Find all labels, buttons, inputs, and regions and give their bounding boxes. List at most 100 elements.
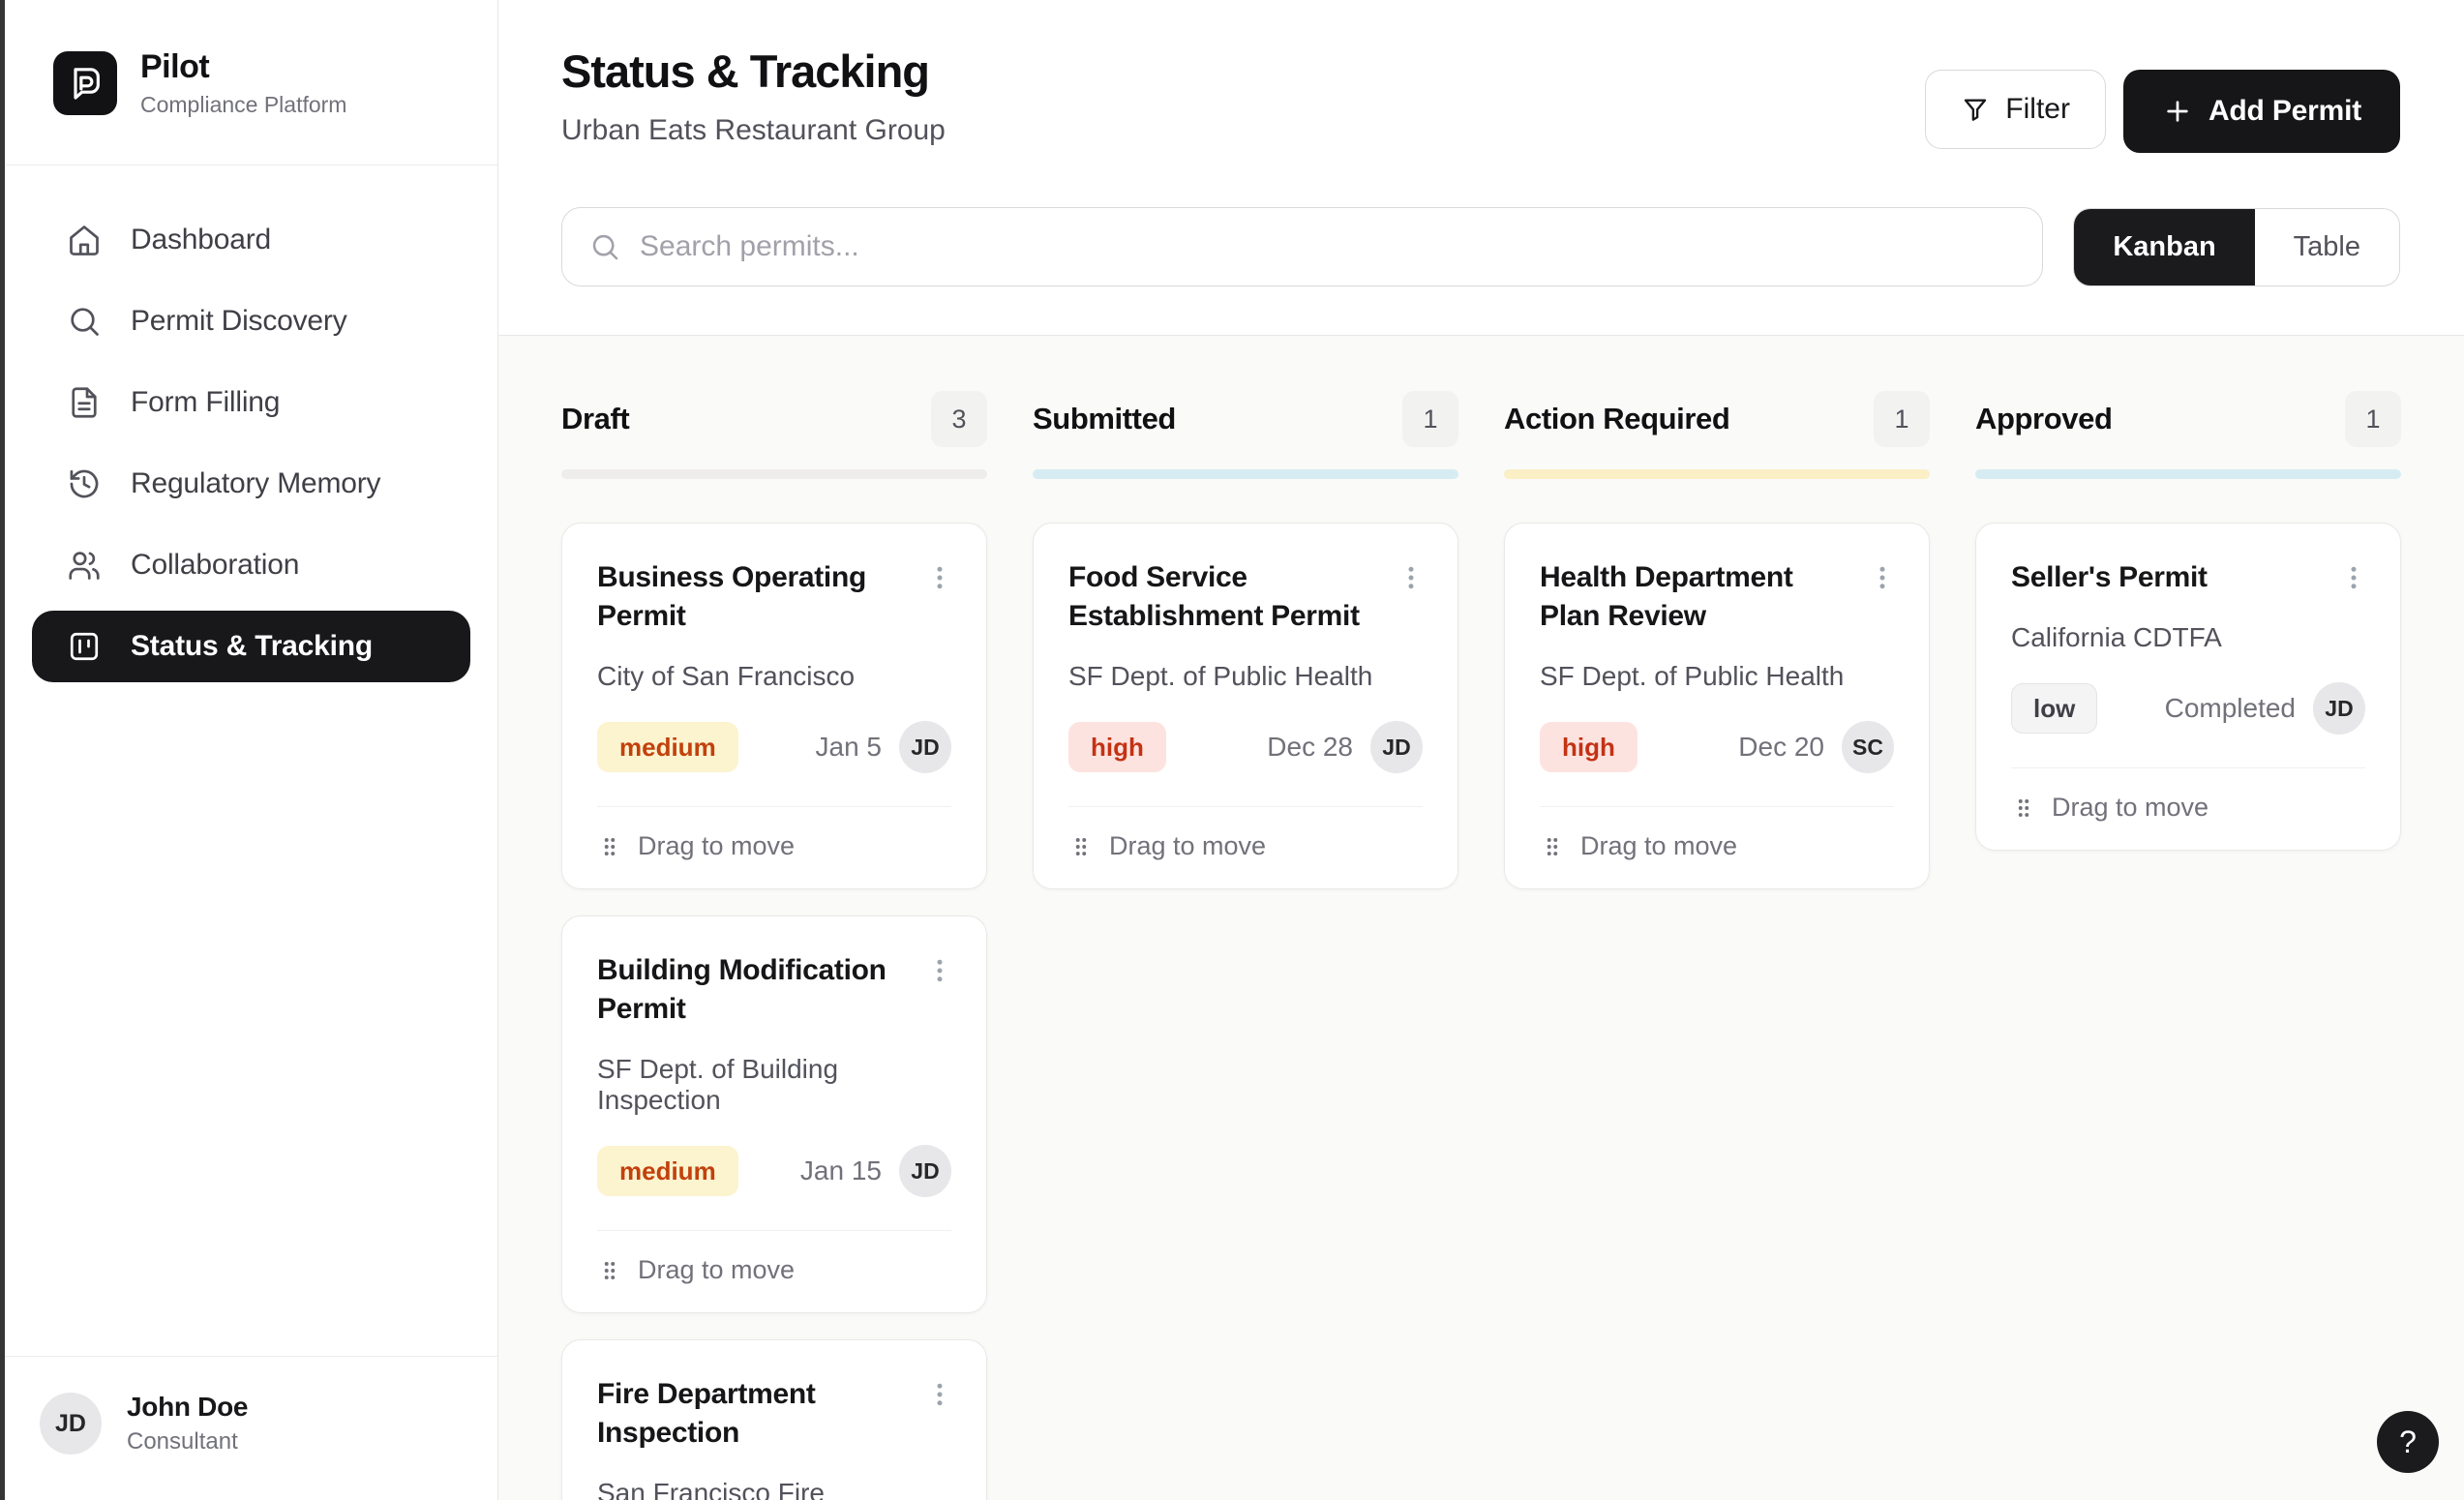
app-brand: Pilot Compliance Platform xyxy=(5,0,497,165)
sidebar-item-permit-discovery[interactable]: Permit Discovery xyxy=(32,285,470,357)
card-agency: San Francisco Fire Department xyxy=(597,1478,951,1500)
sidebar-item-dashboard[interactable]: Dashboard xyxy=(32,204,470,276)
column-title: Action Required xyxy=(1504,402,1729,436)
add-permit-label: Add Permit xyxy=(2209,95,2361,128)
permit-card[interactable]: Fire Department Inspection San Francisco… xyxy=(561,1339,987,1500)
kanban-column: Action Required 1 Health Department Plan… xyxy=(1504,390,1930,1500)
column-cards: Health Department Plan Review SF Dept. o… xyxy=(1504,523,1930,889)
kanban-column: Draft 3 Business Operating Permit City o… xyxy=(561,390,987,1500)
card-menu-button[interactable] xyxy=(918,553,961,603)
search-input[interactable] xyxy=(640,230,2015,263)
card-title: Food Service Establishment Permit xyxy=(1068,558,1423,636)
view-toggle: KanbanTable xyxy=(2073,208,2400,286)
sidebar: Pilot Compliance Platform Dashboard Permi… xyxy=(5,0,498,1500)
sidebar-nav: Dashboard Permit Discovery Form Filling Reg… xyxy=(5,165,497,1356)
main-content: Status & Tracking Urban Eats Restaurant … xyxy=(498,0,2464,1500)
drag-handle[interactable]: Drag to move xyxy=(597,807,951,861)
column-cards: Business Operating Permit City of San Fr… xyxy=(561,523,987,1500)
home-icon xyxy=(67,223,102,257)
column-accent-bar xyxy=(1504,469,1930,479)
grip-icon xyxy=(597,834,622,859)
add-permit-button[interactable]: Add Permit xyxy=(2123,70,2400,153)
view-toggle-table[interactable]: Table xyxy=(2255,209,2399,285)
kebab-icon xyxy=(1397,563,1426,592)
user-profile[interactable]: JD John Doe Consultant xyxy=(5,1356,497,1500)
page-title: Status & Tracking xyxy=(561,45,946,99)
card-assignee-avatar: JD xyxy=(899,1145,951,1197)
avatar: JD xyxy=(40,1393,102,1455)
card-agency: SF Dept. of Building Inspection xyxy=(597,1054,951,1116)
window-edge xyxy=(0,0,5,1500)
card-agency: City of San Francisco xyxy=(597,661,951,692)
history-icon xyxy=(67,466,102,501)
permit-card[interactable]: Food Service Establishment Permit SF Dep… xyxy=(1033,523,1458,889)
card-agency: California CDTFA xyxy=(2011,622,2365,653)
drag-handle[interactable]: Drag to move xyxy=(597,1231,951,1285)
card-menu-button[interactable] xyxy=(1390,553,1432,603)
sidebar-item-status-tracking[interactable]: Status & Tracking xyxy=(32,611,470,682)
grip-icon xyxy=(1540,834,1565,859)
card-assignee-avatar: JD xyxy=(1370,721,1423,773)
grip-icon xyxy=(597,1258,622,1283)
sidebar-item-label: Collaboration xyxy=(131,549,299,582)
page-header: Status & Tracking Urban Eats Restaurant … xyxy=(498,0,2464,336)
sidebar-item-label: Status & Tracking xyxy=(131,630,373,663)
permit-card[interactable]: Seller's Permit California CDTFA low Com… xyxy=(1975,523,2401,851)
card-menu-button[interactable] xyxy=(918,1369,961,1420)
view-toggle-kanban[interactable]: Kanban xyxy=(2074,209,2254,285)
plus-icon xyxy=(2162,96,2193,127)
sidebar-item-label: Regulatory Memory xyxy=(131,467,380,500)
column-count-badge: 1 xyxy=(2345,391,2401,447)
permit-card[interactable]: Building Modification Permit SF Dept. of… xyxy=(561,915,987,1313)
page-subtitle: Urban Eats Restaurant Group xyxy=(561,114,946,147)
search-box xyxy=(561,207,2043,286)
sidebar-item-label: Permit Discovery xyxy=(131,305,347,338)
kanban-icon xyxy=(67,629,102,664)
kebab-icon xyxy=(925,956,954,985)
permit-card[interactable]: Business Operating Permit City of San Fr… xyxy=(561,523,987,889)
card-date: Dec 20 xyxy=(1738,732,1824,763)
help-button[interactable]: ? xyxy=(2377,1411,2439,1473)
drag-label: Drag to move xyxy=(638,831,795,861)
column-title: Draft xyxy=(561,402,629,436)
app-name: Pilot xyxy=(140,48,346,86)
app-screen: Pilot Compliance Platform Dashboard Permi… xyxy=(0,0,2464,1500)
permit-card[interactable]: Health Department Plan Review SF Dept. o… xyxy=(1504,523,1930,889)
sidebar-item-regulatory-memory[interactable]: Regulatory Memory xyxy=(32,448,470,520)
sidebar-item-label: Form Filling xyxy=(131,386,280,419)
sidebar-item-form-filling[interactable]: Form Filling xyxy=(32,367,470,438)
drag-handle[interactable]: Drag to move xyxy=(2011,768,2365,823)
drag-label: Drag to move xyxy=(1580,831,1737,861)
card-menu-button[interactable] xyxy=(918,945,961,996)
priority-badge: medium xyxy=(597,1146,738,1196)
users-icon xyxy=(67,548,102,583)
card-title: Seller's Permit xyxy=(2011,558,2365,597)
column-count-badge: 1 xyxy=(1874,391,1930,447)
sidebar-item-label: Dashboard xyxy=(131,224,271,256)
sidebar-item-collaboration[interactable]: Collaboration xyxy=(32,529,470,601)
column-accent-bar xyxy=(1033,469,1458,479)
priority-badge: low xyxy=(2011,683,2097,734)
kanban-column: Approved 1 Seller's Permit California CD… xyxy=(1975,390,2401,1500)
card-date: Dec 28 xyxy=(1267,732,1353,763)
card-date: Jan 15 xyxy=(800,1155,882,1186)
column-cards: Seller's Permit California CDTFA low Com… xyxy=(1975,523,2401,851)
card-agency: SF Dept. of Public Health xyxy=(1068,661,1423,692)
kebab-icon xyxy=(1868,563,1897,592)
drag-label: Drag to move xyxy=(638,1255,795,1285)
user-role: Consultant xyxy=(127,1428,248,1455)
card-title: Fire Department Inspection xyxy=(597,1375,951,1453)
column-accent-bar xyxy=(561,469,987,479)
search-icon xyxy=(589,231,620,262)
drag-handle[interactable]: Drag to move xyxy=(1068,807,1423,861)
column-count-badge: 1 xyxy=(1402,391,1458,447)
kanban-board: Draft 3 Business Operating Permit City o… xyxy=(498,336,2464,1500)
column-cards: Food Service Establishment Permit SF Dep… xyxy=(1033,523,1458,889)
drag-handle[interactable]: Drag to move xyxy=(1540,807,1894,861)
kebab-icon xyxy=(2339,563,2368,592)
card-menu-button[interactable] xyxy=(1861,553,1904,603)
card-date: Completed xyxy=(2165,693,2296,724)
filter-button[interactable]: Filter xyxy=(1925,70,2106,149)
card-menu-button[interactable] xyxy=(2332,553,2375,603)
card-assignee-avatar: JD xyxy=(899,721,951,773)
